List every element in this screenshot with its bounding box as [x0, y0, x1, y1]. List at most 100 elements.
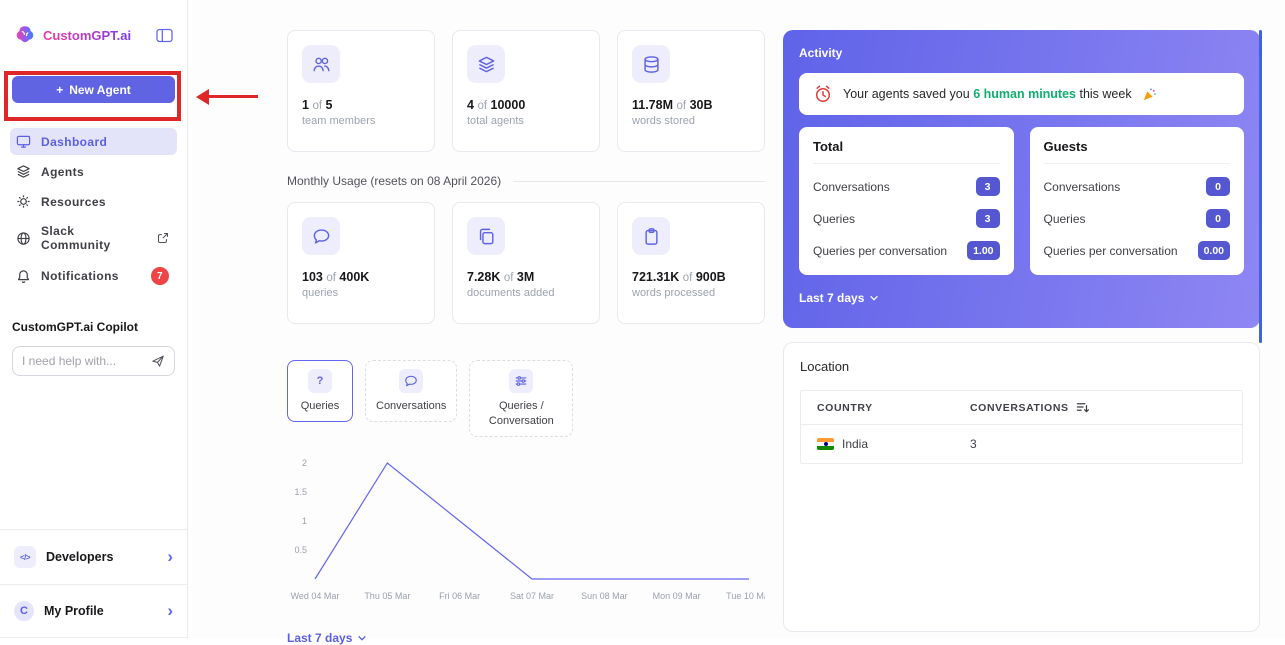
sort-icon[interactable] [1076, 401, 1089, 414]
activity-row: Conversations 3 [813, 177, 1000, 196]
party-popper-icon [1142, 87, 1157, 102]
send-icon[interactable] [151, 354, 165, 368]
sidebar-item-agents[interactable]: Agents [10, 158, 177, 185]
stat-value-line: 103 of 400K [302, 270, 420, 284]
svg-text:Wed 04 Mar: Wed 04 Mar [291, 591, 340, 601]
activity-row: Conversations 0 [1044, 177, 1231, 196]
activity-row-label: Queries per conversation [813, 244, 947, 258]
chevron-right-icon: › [167, 550, 173, 564]
stat-of: of [504, 272, 514, 284]
profile-label: My Profile [44, 604, 104, 618]
activity-row-label: Conversations [813, 180, 890, 194]
stat-of: of [326, 272, 336, 284]
my-profile-row[interactable]: C My Profile › [0, 584, 187, 638]
tab-conversations[interactable]: Conversations [365, 360, 457, 422]
stat-of: of [677, 100, 687, 112]
plus-icon: + [56, 83, 63, 97]
stat-caption: words processed [632, 287, 750, 299]
stat-total: 10000 [491, 98, 526, 112]
svg-text:Thu 05 Mar: Thu 05 Mar [364, 591, 410, 601]
country-name: India [842, 437, 868, 451]
stat-caption: documents added [467, 287, 585, 299]
sidebar-nav: Dashboard Agents Resources Slack Communi… [0, 125, 187, 294]
external-link-icon [157, 232, 169, 244]
svg-text:Sat 07 Mar: Sat 07 Mar [510, 591, 554, 601]
nav-label: Resources [41, 195, 106, 209]
activity-row-label: Queries [1044, 212, 1086, 226]
sidebar-item-resources[interactable]: Resources [10, 188, 177, 215]
main-content: 1 of 5 team members 4 of 10000 total age… [188, 0, 1285, 638]
activity-panel: Activity Your agents saved you 6 human m… [783, 30, 1260, 328]
conversations-value: 3 [970, 437, 977, 451]
location-panel: Location COUNTRY CONVERSATIONS India [783, 342, 1260, 632]
sidebar-item-dashboard[interactable]: Dashboard [10, 128, 177, 155]
location-table: COUNTRY CONVERSATIONS India 3 [800, 390, 1243, 464]
sidebar-toggle-icon[interactable] [156, 28, 173, 43]
tab-queries[interactable]: ? Queries [287, 360, 353, 422]
copy-icon [467, 217, 505, 255]
layers-icon [16, 164, 31, 179]
country-cell: India [801, 437, 970, 451]
total-agents-icon [467, 45, 505, 83]
sidebar-item-notifications[interactable]: Notifications 7 [10, 261, 177, 291]
stat-caption: words stored [632, 115, 750, 127]
nav-label: Agents [41, 165, 84, 179]
stat-total: 3M [517, 270, 534, 284]
conversations-header-label: CONVERSATIONS [970, 402, 1069, 414]
activity-row-value: 3 [976, 177, 1000, 196]
stat-total: 400K [339, 270, 369, 284]
svg-text:1: 1 [302, 516, 307, 526]
documents-added-card: 7.28K of 3M documents added [452, 202, 600, 324]
activity-row-label: Queries [813, 212, 855, 226]
sidebar-item-slack-community[interactable]: Slack Community [10, 218, 177, 258]
sidebar: CustomGPT.ai + New Agent Dashboard Agent… [0, 0, 188, 638]
usage-cards-row: 103 of 400K queries 7.28K of 3M document… [287, 202, 765, 324]
clipboard-icon [632, 217, 670, 255]
queries-chart-wrap: 0.511.52Wed 04 MarThu 05 MarFri 06 MarSa… [287, 453, 765, 605]
banner-prefix: Your agents saved you [843, 87, 970, 101]
activity-row-label: Conversations [1044, 180, 1121, 194]
stat-total: 900B [696, 270, 726, 284]
country-header-label: COUNTRY [817, 402, 873, 414]
activity-title: Activity [799, 46, 1244, 60]
bell-icon [16, 269, 31, 284]
monthly-usage-divider: Monthly Usage (resets on 08 April 2026) [287, 174, 765, 188]
copilot-input-box [12, 346, 175, 376]
chat-bubble-icon [302, 217, 340, 255]
stat-of: of [683, 272, 693, 284]
table-row[interactable]: India 3 [801, 425, 1242, 463]
svg-text:Mon 09 Mar: Mon 09 Mar [653, 591, 701, 601]
stat-caption: queries [302, 287, 420, 299]
stat-value: 721.31K [632, 270, 679, 284]
monthly-usage-label: Monthly Usage (resets on 08 April 2026) [287, 174, 501, 188]
nav-label: Notifications [41, 269, 119, 283]
nav-label: Dashboard [41, 135, 107, 149]
chart-tabs: ? Queries Conversations Queries / Conver… [287, 360, 765, 437]
new-agent-button[interactable]: + New Agent [12, 76, 175, 103]
activity-row: Queries 3 [813, 209, 1000, 228]
india-flag-icon [817, 438, 834, 450]
copilot-input[interactable] [22, 354, 151, 368]
stat-value-line: 721.31K of 900B [632, 270, 750, 284]
chevron-right-icon: › [167, 604, 173, 618]
svg-text:Fri 06 Mar: Fri 06 Mar [439, 591, 480, 601]
activity-total-card: Total Conversations 3 Queries 3 Queries … [799, 127, 1014, 275]
developers-row[interactable]: </> Developers › [0, 529, 187, 584]
stat-value: 11.78M [632, 98, 673, 112]
stat-caption: team members [302, 115, 420, 127]
database-icon [632, 45, 670, 83]
activity-range-dropdown[interactable]: Last 7 days [799, 291, 879, 305]
stats-column: 1 of 5 team members 4 of 10000 total age… [287, 30, 765, 645]
code-icon: </> [14, 546, 36, 568]
new-agent-label: New Agent [69, 83, 131, 97]
chat-bubble-icon [399, 369, 423, 393]
tab-queries-per-conversation[interactable]: Queries / Conversation [469, 360, 573, 437]
chevron-down-icon [869, 294, 879, 302]
activity-row: Queries 0 [1044, 209, 1231, 228]
words-processed-card: 721.31K of 900B words processed [617, 202, 765, 324]
activity-row-value: 0.00 [1198, 241, 1230, 260]
developers-label: Developers [46, 550, 113, 564]
scrollbar-thumb[interactable] [1259, 30, 1262, 343]
tab-label: Queries [301, 399, 340, 414]
svg-text:1.5: 1.5 [294, 487, 307, 497]
